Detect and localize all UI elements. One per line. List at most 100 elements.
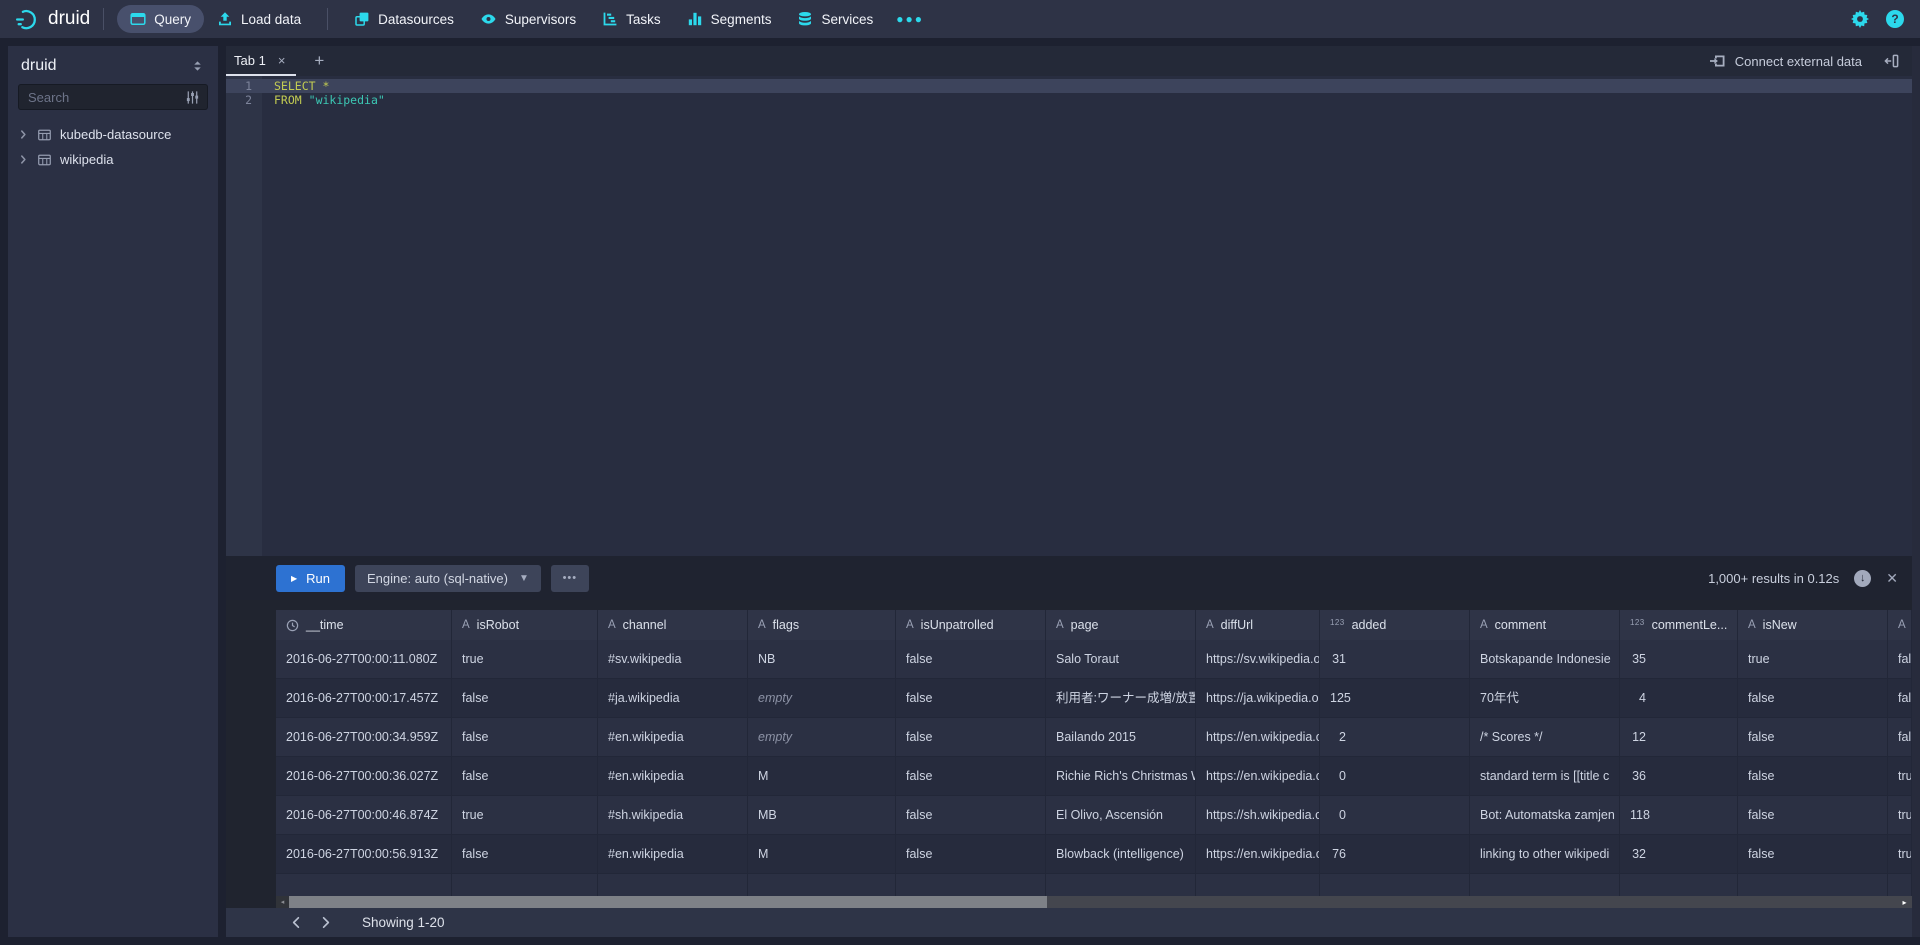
scroll-right-arrow[interactable]: ▸ <box>1897 896 1912 908</box>
cell-channel[interactable]: #ja.wikipedia <box>598 679 748 718</box>
column-header-isnew[interactable]: AisNew <box>1738 610 1888 640</box>
engine-select-button[interactable]: Engine: auto (sql-native) ▼ <box>355 565 541 592</box>
cell-time[interactable]: 2016-06-27T00:00:11.080Z <box>276 640 452 679</box>
cell-commentle[interactable]: 32 <box>1620 835 1738 874</box>
editor-line[interactable]: 2FROM "wikipedia" <box>226 93 1912 107</box>
cell-channel[interactable]: #en.wikipedia <box>598 718 748 757</box>
vertical-scrollbar-strip[interactable] <box>1912 46 1920 937</box>
cell-col[interactable]: true <box>1888 796 1912 835</box>
run-button[interactable]: ▶ Run <box>276 565 345 592</box>
cell-time[interactable]: 2016-06-27T00:00:56.913Z <box>276 835 452 874</box>
cell-commentle[interactable]: 35 <box>1620 640 1738 679</box>
tab-close-icon[interactable]: × <box>278 53 286 68</box>
cell-isunpatrolled[interactable]: false <box>896 796 1046 835</box>
cell-isunpatrolled[interactable]: false <box>896 679 1046 718</box>
column-header-isrobot[interactable]: AisRobot <box>452 610 598 640</box>
cell-col[interactable]: true <box>1888 757 1912 796</box>
tab-tab1[interactable]: Tab 1 × <box>226 46 296 76</box>
search-input[interactable] <box>26 89 185 106</box>
cell-commentle[interactable]: 36 <box>1620 757 1738 796</box>
cell-comment[interactable]: 70年代 <box>1470 679 1620 718</box>
cell-isnew[interactable]: false <box>1738 757 1888 796</box>
cell-channel[interactable]: #sh.wikipedia <box>598 796 748 835</box>
cell-commentle[interactable]: 12 <box>1620 718 1738 757</box>
nav-item-datasources[interactable]: Datasources <box>341 5 467 33</box>
panel-toggle-icon[interactable] <box>1884 53 1900 69</box>
cell-isnew[interactable]: false <box>1738 796 1888 835</box>
cell-page[interactable]: 利用者:ワーナー成増/放置 <box>1046 679 1196 718</box>
editor-line[interactable]: 1SELECT * <box>226 79 1912 93</box>
cell-isnew[interactable]: false <box>1738 835 1888 874</box>
column-header-added[interactable]: 123added <box>1320 610 1470 640</box>
connect-external-data-button[interactable]: Connect external data <box>1709 53 1862 69</box>
cell-flags[interactable]: NB <box>748 640 896 679</box>
cell-comment[interactable]: standard term is [[title c <box>1470 757 1620 796</box>
download-icon[interactable]: ↓ <box>1854 570 1871 587</box>
cell-comment[interactable]: Bot: Automatska zamjen <box>1470 796 1620 835</box>
cell-flags[interactable]: M <box>748 835 896 874</box>
cell-isrobot[interactable]: true <box>452 640 598 679</box>
cell-time[interactable]: 2016-06-27T00:00:17.457Z <box>276 679 452 718</box>
cell-diffurl[interactable]: https://sv.wikipedia.org/ <box>1196 640 1320 679</box>
cell-page[interactable]: Salo Toraut <box>1046 640 1196 679</box>
cell-commentle[interactable]: 118 <box>1620 796 1738 835</box>
scroll-left-arrow[interactable]: ◂ <box>276 896 289 908</box>
cell-isunpatrolled[interactable]: false <box>896 718 1046 757</box>
cell-col[interactable]: false <box>1888 679 1912 718</box>
tree-item-kubedb-datasource[interactable]: kubedb-datasource <box>8 122 218 147</box>
column-header-commentle[interactable]: 123commentLe... <box>1620 610 1738 640</box>
cell-comment[interactable]: /* Scores */ <box>1470 718 1620 757</box>
cell-isunpatrolled[interactable]: false <box>896 757 1046 796</box>
cell-isrobot[interactable]: false <box>452 757 598 796</box>
cell-added[interactable]: 0 <box>1320 796 1470 835</box>
nav-item-tasks[interactable]: Tasks <box>589 5 674 33</box>
cell-time[interactable]: 2016-06-27T00:00:34.959Z <box>276 718 452 757</box>
column-header-channel[interactable]: Achannel <box>598 610 748 640</box>
cell-channel[interactable]: #en.wikipedia <box>598 835 748 874</box>
column-header-page[interactable]: Apage <box>1046 610 1196 640</box>
cell-page[interactable]: Richie Rich's Christmas W <box>1046 757 1196 796</box>
druid-logo[interactable]: druid <box>14 7 90 32</box>
new-tab-button[interactable]: + <box>308 51 330 71</box>
help-icon[interactable]: ? <box>1886 10 1904 28</box>
filter-sliders-icon[interactable] <box>185 90 200 105</box>
cell-isrobot[interactable]: false <box>452 835 598 874</box>
nav-item-query[interactable]: Query <box>117 5 204 33</box>
settings-gear-icon[interactable] <box>1851 10 1869 28</box>
cell-col[interactable]: true <box>1888 835 1912 874</box>
cell-time[interactable]: 2016-06-27T00:00:36.027Z <box>276 757 452 796</box>
cell-diffurl[interactable]: https://sh.wikipedia.org <box>1196 796 1320 835</box>
cell-isrobot[interactable]: false <box>452 679 598 718</box>
cell-page[interactable]: Bailando 2015 <box>1046 718 1196 757</box>
cell-added[interactable]: 2 <box>1320 718 1470 757</box>
cell-added[interactable]: 76 <box>1320 835 1470 874</box>
cell-isnew[interactable]: false <box>1738 718 1888 757</box>
cell-col[interactable]: false <box>1888 640 1912 679</box>
cell-isunpatrolled[interactable]: false <box>896 640 1046 679</box>
cell-channel[interactable]: #sv.wikipedia <box>598 640 748 679</box>
nav-more-button[interactable]: ●●● <box>886 6 934 32</box>
next-page-chevron-icon[interactable] <box>311 915 340 930</box>
cell-isunpatrolled[interactable]: false <box>896 835 1046 874</box>
column-header-col[interactable]: A <box>1888 610 1912 640</box>
cell-commentle[interactable]: 4 <box>1620 679 1738 718</box>
cell-isrobot[interactable]: true <box>452 796 598 835</box>
scrollbar-thumb[interactable] <box>289 896 1047 908</box>
cell-diffurl[interactable]: https://en.wikipedia.org <box>1196 835 1320 874</box>
cell-diffurl[interactable]: https://ja.wikipedia.org/ <box>1196 679 1320 718</box>
cell-diffurl[interactable]: https://en.wikipedia.org <box>1196 718 1320 757</box>
cell-comment[interactable]: linking to other wikipedi <box>1470 835 1620 874</box>
column-header-isunpatrolled[interactable]: AisUnpatrolled <box>896 610 1046 640</box>
nav-item-load-data[interactable]: Load data <box>204 5 314 33</box>
column-header-comment[interactable]: Acomment <box>1470 610 1620 640</box>
cell-comment[interactable]: Botskapande Indonesie <box>1470 640 1620 679</box>
nav-item-services[interactable]: Services <box>784 5 886 33</box>
column-header-diffurl[interactable]: AdiffUrl <box>1196 610 1320 640</box>
cell-channel[interactable]: #en.wikipedia <box>598 757 748 796</box>
tree-item-wikipedia[interactable]: wikipedia <box>8 147 218 172</box>
close-results-icon[interactable]: ✕ <box>1886 570 1898 587</box>
cell-flags[interactable]: empty <box>748 718 896 757</box>
nav-item-supervisors[interactable]: Supervisors <box>467 5 589 33</box>
cell-col[interactable]: false <box>1888 718 1912 757</box>
cell-diffurl[interactable]: https://en.wikipedia.org <box>1196 757 1320 796</box>
